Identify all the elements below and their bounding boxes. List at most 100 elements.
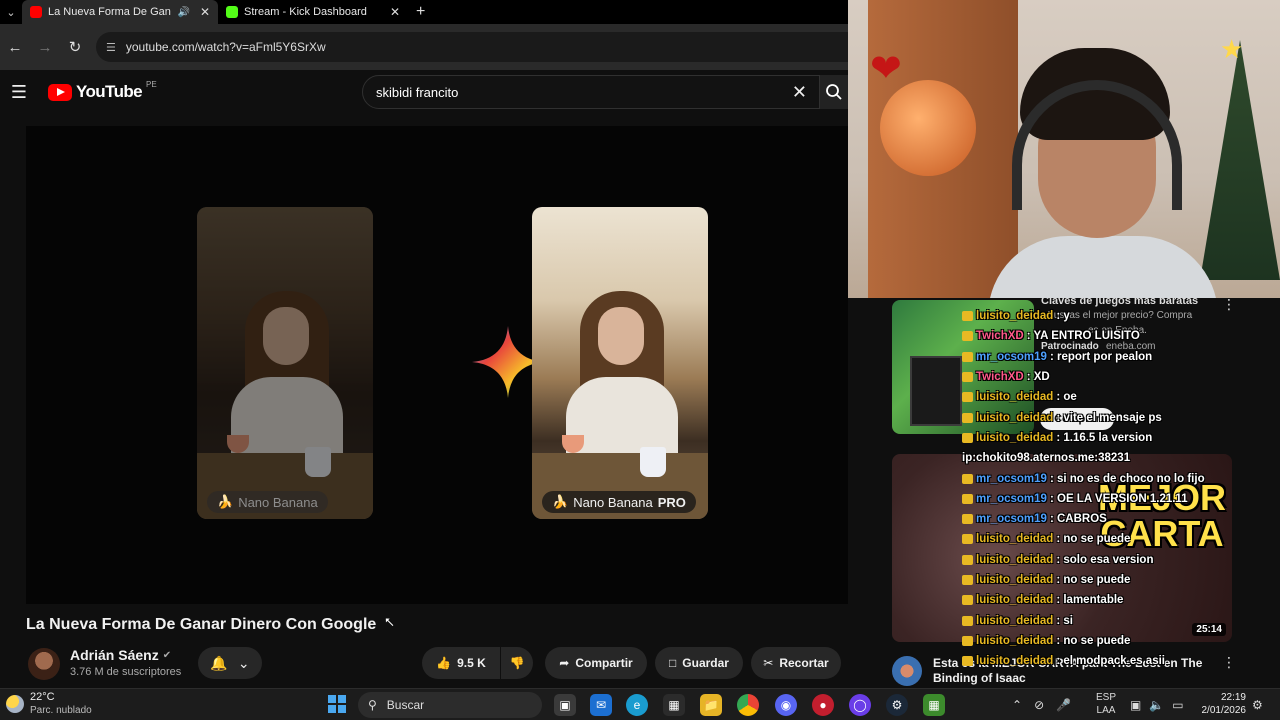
bell-icon: 🔔: [210, 654, 228, 671]
minecraft-cover: [910, 356, 962, 426]
reload-icon[interactable]: ↻: [60, 38, 90, 56]
chat-badge-icon: [962, 656, 973, 667]
country-code: PE: [146, 80, 157, 89]
logo-text: YouTube: [76, 82, 143, 101]
channel-name[interactable]: Adrián Sáenz ✔: [70, 647, 171, 663]
scissors-icon: ✂: [763, 656, 774, 670]
banana-icon: 🍌: [552, 494, 569, 509]
chat-username: luisito_deidad: [976, 310, 1054, 323]
chat-username: mr_ocsom19: [976, 513, 1047, 526]
chat-message: luisito_deidad: vite el mensaje ps: [962, 407, 1280, 427]
chat-text: : si no es de choco no lo fijo: [1049, 472, 1205, 485]
mic-icon[interactable]: 🎤: [1056, 698, 1071, 712]
youtube-play-icon: [48, 83, 72, 101]
chat-username: luisito_deidad: [976, 574, 1054, 586]
chat-username: TwichXD: [976, 371, 1024, 384]
task-view-icon[interactable]: ▣: [554, 694, 576, 716]
nano-banana-label: 🍌 Nano Banana: [207, 491, 328, 513]
video-player[interactable]: 🍌 Nano Banana 🍌 Nano Banana PRO: [26, 126, 878, 604]
system-tray: ⌃ ⊘ 🎤: [1012, 689, 1071, 720]
like-button[interactable]: 👍 9.5 K: [422, 647, 500, 679]
tab-youtube[interactable]: La Nueva Forma De Ganar Dinero Con Googl…: [22, 0, 218, 24]
chat-message: luisito_deidad: y: [962, 306, 1280, 326]
chat-badge-icon: [962, 311, 973, 322]
chat-text: : no se puede: [1056, 574, 1131, 586]
windows-start-icon[interactable]: [328, 695, 346, 713]
speaker-icon[interactable]: 🔊: [177, 7, 189, 18]
chat-message: mr_ocsom19: CABROS: [962, 509, 1280, 529]
star-decoration-icon: ★: [1220, 34, 1244, 64]
back-icon[interactable]: ←: [0, 39, 30, 56]
chat-username: luisito_deidad: [976, 655, 1054, 668]
chat-text: : CABROS: [1049, 513, 1107, 526]
store-icon[interactable]: ▦: [663, 694, 685, 716]
url-field[interactable]: ☰ youtube.com/watch?v=aFml5Y6SrXw: [96, 32, 848, 62]
dislike-button[interactable]: 👎: [501, 647, 533, 679]
discord-icon[interactable]: ◉: [775, 694, 797, 716]
video-title: La Nueva Forma De Ganar Dinero Con Googl…: [26, 616, 377, 633]
notifications-button[interactable]: 🔔 ⌄: [198, 647, 262, 679]
steam-icon[interactable]: ⚙: [886, 694, 908, 716]
search-button[interactable]: [820, 75, 848, 109]
edge-icon[interactable]: e: [626, 694, 648, 716]
chat-badge-icon: [962, 412, 973, 423]
no-signal-icon[interactable]: ⊘: [1034, 698, 1044, 712]
chat-text: : OE LA VERSION 1.21.11: [1049, 492, 1188, 505]
chat-badge-icon: [962, 554, 973, 565]
file-explorer-icon[interactable]: 📁: [700, 694, 722, 716]
browser-tab-strip: ⌄ La Nueva Forma De Ganar Dinero Con Goo…: [0, 0, 848, 24]
banana-icon: 🍌: [217, 494, 234, 509]
kick-favicon-icon: [226, 6, 238, 18]
youtube-favicon-icon: [30, 6, 42, 18]
notifications-icon[interactable]: ⚙: [1252, 689, 1263, 720]
chat-username: luisito_deidad: [976, 411, 1054, 424]
chat-badge-icon: [962, 635, 973, 646]
chat-message: mr_ocsom19: report por pealon: [962, 347, 1280, 367]
taskbar-search[interactable]: ⚲ Buscar: [358, 692, 542, 718]
bookmark-icon: □: [669, 656, 677, 670]
mouse-cursor-icon: ⭦: [385, 614, 395, 630]
taskbar-search-placeholder: Buscar: [386, 698, 425, 712]
language-indicator[interactable]: ESP LAA: [1096, 691, 1116, 717]
clear-search-icon[interactable]: ✕: [792, 82, 807, 103]
clip-button[interactable]: ✂ Recortar: [751, 647, 841, 679]
clock[interactable]: 22:19 2/01/2026: [1196, 691, 1247, 717]
chat-message: luisito_deidad: no se puede: [962, 570, 1280, 590]
search-icon: ⚲: [368, 698, 377, 712]
minecraft-icon[interactable]: ▦: [923, 694, 945, 716]
share-button[interactable]: ➦ Compartir: [545, 647, 647, 679]
app-icon-red[interactable]: ●: [812, 694, 834, 716]
close-tab-icon[interactable]: ✕: [390, 5, 400, 19]
thumbs-up-icon: 👍: [436, 656, 452, 670]
youtube-logo[interactable]: YouTube PE: [48, 80, 157, 102]
chrome-icon[interactable]: [737, 694, 759, 716]
outlook-icon[interactable]: ✉: [590, 694, 612, 716]
recommended-channel-avatar[interactable]: [892, 656, 922, 686]
close-tab-icon[interactable]: ✕: [200, 5, 210, 19]
like-count: 9.5 K: [457, 656, 486, 670]
chat-username: luisito_deidad: [976, 553, 1054, 566]
partly-cloudy-icon: [6, 695, 24, 713]
app-icon-purple[interactable]: ◯: [849, 694, 871, 716]
chevron-up-icon[interactable]: ⌃: [1012, 698, 1022, 712]
new-tab-button[interactable]: +: [408, 3, 433, 21]
save-button[interactable]: □ Guardar: [655, 647, 743, 679]
tab-search-chevron-icon[interactable]: ⌄: [0, 0, 22, 24]
forward-icon[interactable]: →: [30, 39, 60, 56]
tab-kick[interactable]: Stream - Kick Dashboard ✕: [218, 0, 408, 24]
address-bar: ← → ↻ ☰ youtube.com/watch?v=aFml5Y6SrXw: [0, 24, 848, 70]
volume-icon: 🔈: [1149, 698, 1165, 712]
chat-text: : no se puede: [1056, 634, 1131, 647]
site-info-icon[interactable]: ☰: [106, 41, 116, 54]
chat-text: : YA ENTRO LUISITO: [1026, 330, 1140, 343]
chat-badge-icon: [962, 615, 973, 626]
chat-message: TwichXD: XD: [962, 367, 1280, 387]
weather-widget[interactable]: 22°C Parc. nublado: [6, 691, 92, 717]
menu-icon[interactable]: ☰: [0, 82, 38, 103]
webcam-overlay: ❤ ★: [848, 0, 1280, 298]
search-input[interactable]: skibidi francito ✕: [362, 75, 820, 109]
status-icons[interactable]: ▣ 🔈 ▭: [1130, 689, 1184, 720]
chat-text: : lamentable: [1056, 594, 1124, 607]
channel-avatar[interactable]: [28, 648, 60, 680]
chat-text: : 1.16.5 la version: [1056, 431, 1153, 444]
